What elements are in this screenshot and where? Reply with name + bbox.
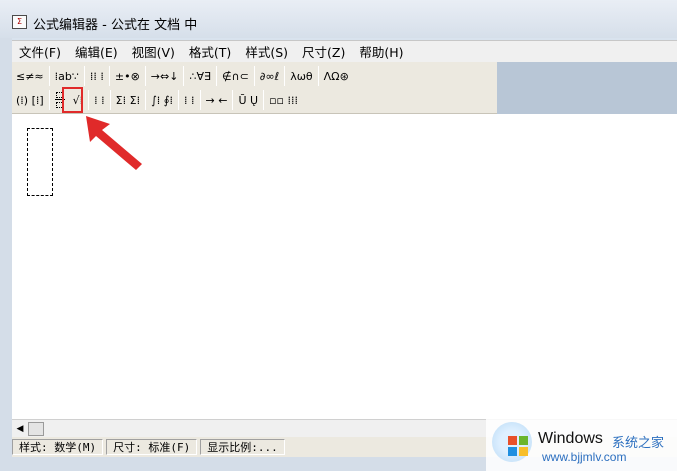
toolbar-separator xyxy=(232,90,234,110)
bar-templates-button[interactable]: ⁞ ⁞ xyxy=(180,89,199,111)
watermark: Windows 系统之家 www.bjjmlv.com xyxy=(486,418,677,471)
watermark-url: www.bjjmlv.com xyxy=(542,450,627,464)
toolbar-separator xyxy=(48,90,50,110)
watermark-site-name: 系统之家 xyxy=(612,436,665,451)
menu-view[interactable]: 视图(V) xyxy=(125,42,182,61)
menu-bar: 文件(F) 编辑(E) 视图(V) 格式(T) 样式(S) 尺寸(Z) 帮助(H… xyxy=(12,40,677,62)
menu-file[interactable]: 文件(F) xyxy=(12,42,68,61)
toolbar-separator xyxy=(88,90,90,110)
symbol-toolbar: ≤≠≈ ⁞ab∵ ⁞⁞ ⁞ ±•⊗ →⇔↓ ∴∀∃ ∉∩⊂ ∂∞ℓ λωθ ΛΩ… xyxy=(12,62,497,114)
status-style: 样式: 数学(M) xyxy=(12,439,104,455)
menu-help[interactable]: 帮助(H) xyxy=(352,42,410,61)
empty-fraction-slot[interactable] xyxy=(27,128,53,196)
embellishments-button[interactable]: ⁞⁞ ⁞ xyxy=(86,65,108,87)
toolbar-separator xyxy=(108,66,110,86)
annotation-arrow-icon xyxy=(86,116,142,170)
app-window: Σ 公式编辑器 - 公式在 文档 中 文件(F) 编辑(E) 视图(V) 格式(… xyxy=(0,0,677,471)
toolbar-separator xyxy=(145,90,147,110)
spaces-ellipses-button[interactable]: ⁞ab∵ xyxy=(51,65,83,87)
desktop-strip xyxy=(0,0,12,471)
logical-symbols-button[interactable]: ∴∀∃ xyxy=(185,65,214,87)
scroll-thumb[interactable] xyxy=(28,422,44,436)
toolbar-separator xyxy=(178,90,180,110)
toolbar-empty-area xyxy=(497,62,677,114)
windows-logo-icon xyxy=(492,422,532,462)
toolbar-separator xyxy=(317,66,319,86)
toolbar-separator xyxy=(83,66,85,86)
menu-edit[interactable]: 编辑(E) xyxy=(68,42,125,61)
scroll-left-arrow-icon[interactable]: ◀ xyxy=(14,423,26,435)
fence-templates-button[interactable]: (⁞) [⁞] xyxy=(12,89,48,111)
watermark-brand: Windows xyxy=(538,430,603,447)
toolbar-separator xyxy=(109,90,111,110)
window-title: 公式编辑器 - 公式在 文档 中 xyxy=(33,18,198,33)
matrix-templates-button[interactable]: ▫▫ ⁞⁞⁞ xyxy=(265,89,302,111)
relational-symbols-button[interactable]: ≤≠≈ xyxy=(12,65,48,87)
misc-symbols-button[interactable]: ∂∞ℓ xyxy=(256,65,283,87)
products-templates-button[interactable]: Ū Ų xyxy=(234,89,262,111)
toolbar-row-templates: (⁞) [⁞] √⁞ ⁞ ⁞ Σ⁞ Σ⁞ ∫⁞ ∮⁞ ⁞ ⁞ → ← Ū Ų ▫… xyxy=(12,88,302,112)
subscript-templates-button[interactable]: ⁞ ⁞ xyxy=(90,89,109,111)
toolbar-separator xyxy=(253,66,255,86)
menu-style[interactable]: 样式(S) xyxy=(238,42,295,61)
integral-templates-button[interactable]: ∫⁞ ∮⁞ xyxy=(147,89,177,111)
toolbar-separator xyxy=(284,66,286,86)
toolbar-separator xyxy=(144,66,146,86)
toolbar-separator xyxy=(263,90,265,110)
fraction-button-highlight xyxy=(62,87,83,113)
toolbar-separator xyxy=(199,90,201,110)
labeled-arrow-templates-button[interactable]: → ← xyxy=(202,89,232,111)
menu-size[interactable]: 尺寸(Z) xyxy=(295,42,352,61)
toolbar-separator xyxy=(183,66,185,86)
greek-uppercase-button[interactable]: ΛΩ⊛ xyxy=(320,65,353,87)
title-bar: Σ 公式编辑器 - 公式在 文档 中 xyxy=(0,0,677,38)
app-icon: Σ xyxy=(12,15,27,29)
toolbar-row-symbols: ≤≠≈ ⁞ab∵ ⁞⁞ ⁞ ±•⊗ →⇔↓ ∴∀∃ ∉∩⊂ ∂∞ℓ λωθ ΛΩ… xyxy=(12,64,353,88)
status-size: 尺寸: 标准(F) xyxy=(106,439,198,455)
operator-symbols-button[interactable]: ±•⊗ xyxy=(111,65,144,87)
status-zoom: 显示比例:... xyxy=(200,439,285,455)
menu-format[interactable]: 格式(T) xyxy=(182,42,238,61)
summation-templates-button[interactable]: Σ⁞ Σ⁞ xyxy=(112,89,144,111)
set-theory-button[interactable]: ∉∩⊂ xyxy=(218,65,253,87)
arrow-symbols-button[interactable]: →⇔↓ xyxy=(147,65,183,87)
toolbar-separator xyxy=(215,66,217,86)
toolbar-separator xyxy=(48,66,50,86)
greek-lowercase-button[interactable]: λωθ xyxy=(286,65,316,87)
